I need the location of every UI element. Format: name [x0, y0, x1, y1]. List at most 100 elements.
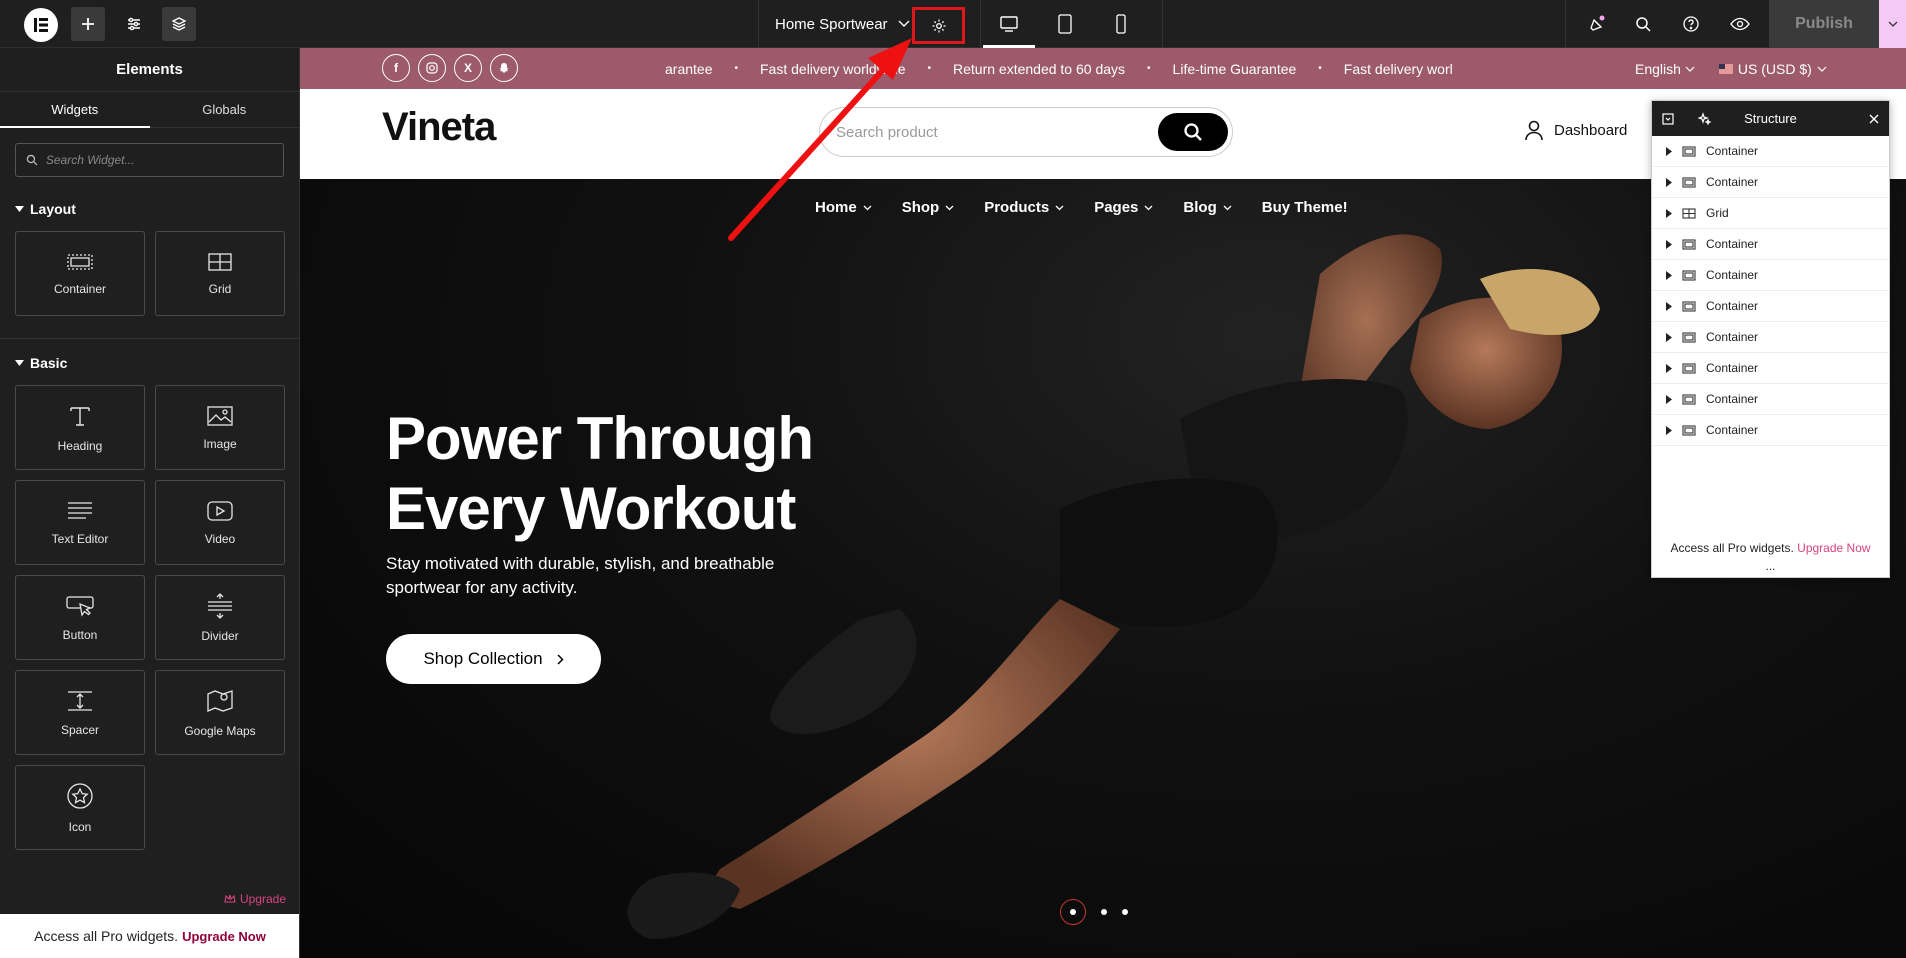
help-icon[interactable]: [1674, 7, 1708, 41]
slide-dot[interactable]: [1122, 909, 1128, 915]
document-title: Home Sportwear: [775, 15, 888, 33]
caret-right-icon[interactable]: [1666, 270, 1672, 280]
caret-right-icon[interactable]: [1666, 146, 1672, 156]
widget-search-field[interactable]: [15, 143, 284, 177]
caret-right-icon[interactable]: [1666, 394, 1672, 404]
structure-row[interactable]: Container: [1652, 353, 1889, 384]
caret-right-icon[interactable]: [1666, 332, 1672, 342]
facebook-icon[interactable]: f: [382, 54, 410, 82]
upgrade-link[interactable]: Upgrade: [0, 884, 299, 914]
tablet-view-icon[interactable]: [1037, 0, 1093, 48]
upgrade-now-link[interactable]: Upgrade Now: [182, 929, 266, 944]
hero-subtitle: Stay motivated with durable, stylish, an…: [386, 554, 775, 597]
caret-down-icon: [15, 205, 24, 212]
widget-google-maps[interactable]: Google Maps: [155, 670, 285, 755]
structure-row[interactable]: Container: [1652, 384, 1889, 415]
product-search-input[interactable]: [836, 123, 1136, 141]
caret-right-icon[interactable]: [1666, 208, 1672, 218]
layers-icon[interactable]: [162, 7, 196, 41]
caret-right-icon[interactable]: [1666, 301, 1672, 311]
nav-products[interactable]: Products: [984, 199, 1064, 216]
promo-bar: f X arantee • Fast delivery worldwide • Re…: [300, 48, 1906, 89]
publish-button[interactable]: Publish: [1769, 0, 1879, 48]
caret-right-icon[interactable]: [1666, 425, 1672, 435]
currency-selector[interactable]: US (USD $): [1718, 61, 1827, 77]
settings-sliders-icon[interactable]: [117, 7, 151, 41]
tab-widgets[interactable]: Widgets: [0, 92, 150, 128]
document-title-dropdown[interactable]: Home Sportwear: [775, 0, 910, 48]
widget-video[interactable]: Video: [155, 480, 285, 565]
search-submit-button[interactable]: [1158, 113, 1228, 151]
widget-image[interactable]: Image: [155, 385, 285, 470]
widget-container[interactable]: Container: [15, 231, 145, 316]
caret-down-icon: [15, 359, 24, 366]
notifications-icon[interactable]: [1580, 7, 1614, 41]
structure-row[interactable]: Container: [1652, 291, 1889, 322]
structure-row[interactable]: Container: [1652, 136, 1889, 167]
structure-pro-note: Access all Pro widgets. Upgrade Now: [1670, 541, 1871, 555]
widget-heading[interactable]: Heading: [15, 385, 145, 470]
widget-spacer[interactable]: Spacer: [15, 670, 145, 755]
widget-grid[interactable]: Grid: [155, 231, 285, 316]
slide-dot-active[interactable]: [1060, 899, 1086, 925]
product-search[interactable]: [819, 107, 1233, 157]
desktop-view-icon[interactable]: [981, 0, 1037, 48]
shop-collection-button[interactable]: Shop Collection: [386, 634, 601, 684]
elementor-logo-icon[interactable]: [24, 8, 58, 42]
structure-upgrade-link[interactable]: Upgrade Now: [1797, 541, 1870, 555]
mobile-view-icon[interactable]: [1093, 0, 1149, 48]
structure-row-label: Container: [1706, 237, 1759, 251]
marquee-item: Fast delivery worldwide: [760, 60, 906, 77]
structure-row[interactable]: Grid: [1652, 198, 1889, 229]
nav-home[interactable]: Home: [815, 199, 872, 216]
nav-blog[interactable]: Blog: [1183, 199, 1232, 216]
widget-divider[interactable]: Divider: [155, 575, 285, 660]
nav-buy-theme[interactable]: Buy Theme!: [1262, 199, 1348, 216]
add-element-button[interactable]: [71, 7, 105, 41]
crown-icon: [224, 894, 236, 903]
structure-row[interactable]: Container: [1652, 322, 1889, 353]
slide-dot[interactable]: [1101, 909, 1107, 915]
nav-pages[interactable]: Pages: [1094, 199, 1153, 216]
widget-text-editor[interactable]: Text Editor: [15, 480, 145, 565]
tab-globals[interactable]: Globals: [150, 92, 300, 127]
chevron-right-icon: [557, 653, 564, 665]
resize-handle[interactable]: ...: [1652, 559, 1889, 573]
search-icon: [26, 154, 38, 166]
x-twitter-icon[interactable]: X: [454, 54, 482, 82]
widget-icon[interactable]: Icon: [15, 765, 145, 850]
container-icon: [1682, 176, 1696, 188]
widget-search-input[interactable]: [45, 153, 283, 167]
image-icon: [207, 405, 233, 426]
structure-row[interactable]: Container: [1652, 229, 1889, 260]
structure-row[interactable]: Container: [1652, 167, 1889, 198]
main-navigation: Home Shop Products Pages Blog Buy Theme!: [815, 199, 1348, 216]
language-selector[interactable]: English: [1635, 61, 1695, 77]
section-basic[interactable]: Basic: [0, 355, 299, 371]
publish-options-button[interactable]: [1879, 0, 1906, 48]
chevron-down-icon: [1223, 205, 1232, 210]
dashboard-link[interactable]: Dashboard: [1524, 119, 1627, 141]
caret-right-icon[interactable]: [1666, 177, 1672, 187]
structure-row[interactable]: Container: [1652, 260, 1889, 291]
site-logo[interactable]: Vineta: [382, 105, 496, 150]
caret-right-icon[interactable]: [1666, 363, 1672, 373]
widget-button[interactable]: Button: [15, 575, 145, 660]
snapchat-icon[interactable]: [490, 54, 518, 82]
section-layout[interactable]: Layout: [0, 201, 299, 217]
caret-right-icon[interactable]: [1666, 239, 1672, 249]
structure-row[interactable]: Container: [1652, 415, 1889, 446]
text-editor-icon: [68, 501, 92, 519]
pro-banner-text: Access all Pro widgets.: [34, 928, 179, 944]
spacer-icon: [68, 690, 92, 711]
marquee-item: Life-time Guarantee: [1172, 60, 1297, 77]
container-icon: [1682, 362, 1696, 374]
instagram-icon[interactable]: [418, 54, 446, 82]
nav-shop[interactable]: Shop: [902, 199, 955, 216]
structure-row-label: Grid: [1706, 206, 1729, 220]
preview-eye-icon[interactable]: [1723, 7, 1757, 41]
marquee-item: Fast delivery worl: [1343, 60, 1453, 77]
page-settings-button[interactable]: [912, 7, 965, 44]
search-icon[interactable]: [1626, 7, 1660, 41]
container-icon: [1682, 300, 1696, 312]
